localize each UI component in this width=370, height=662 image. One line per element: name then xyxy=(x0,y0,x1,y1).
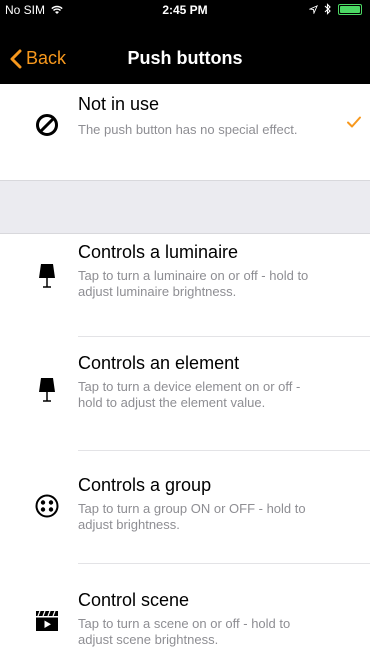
option-controls-element[interactable]: Controls an element Tap to turn a device… xyxy=(0,337,370,450)
navigation-bar: Back Push buttons xyxy=(0,20,370,84)
no-sign-icon xyxy=(32,110,62,140)
section-divider xyxy=(0,180,370,234)
lamp-icon xyxy=(32,375,62,405)
lamp-icon xyxy=(32,261,62,291)
option-control-scene[interactable]: Control scene Tap to turn a scene on or … xyxy=(0,564,370,662)
battery-icon xyxy=(338,3,362,15)
option-title: Control scene xyxy=(78,590,190,610)
page-title: Push buttons xyxy=(127,48,243,68)
option-controls-group[interactable]: Controls a group Tap to turn a group ON … xyxy=(0,451,370,563)
option-title: Not in use xyxy=(78,94,160,114)
checkmark-icon xyxy=(347,116,361,128)
bluetooth-icon xyxy=(324,3,331,15)
option-not-in-use[interactable]: Not in use The push button has no specia… xyxy=(0,84,370,180)
screen: No SIM 2:45 PM Back Push buttons Not in … xyxy=(0,0,370,662)
option-description: Tap to turn a device element on or off -… xyxy=(78,379,301,410)
location-icon xyxy=(309,4,318,14)
option-title: Controls an element xyxy=(78,353,240,373)
option-description: Tap to turn a luminaire on or off - hold… xyxy=(78,268,309,299)
option-description: Tap to turn a scene on or off - hold to … xyxy=(78,616,291,647)
clapperboard-icon xyxy=(32,606,62,636)
option-description: The push button has no special effect. xyxy=(78,122,298,137)
option-title: Controls a group xyxy=(78,475,212,495)
status-icons xyxy=(309,3,362,15)
option-description: Tap to turn a group ON or OFF - hold to … xyxy=(78,501,306,532)
status-bar: No SIM 2:45 PM xyxy=(0,0,370,20)
option-controls-luminaire[interactable]: Controls a luminaire Tap to turn a lumin… xyxy=(0,234,370,336)
group-icon xyxy=(32,491,62,521)
options-list: Not in use The push button has no specia… xyxy=(0,84,370,662)
option-title: Controls a luminaire xyxy=(78,242,239,262)
